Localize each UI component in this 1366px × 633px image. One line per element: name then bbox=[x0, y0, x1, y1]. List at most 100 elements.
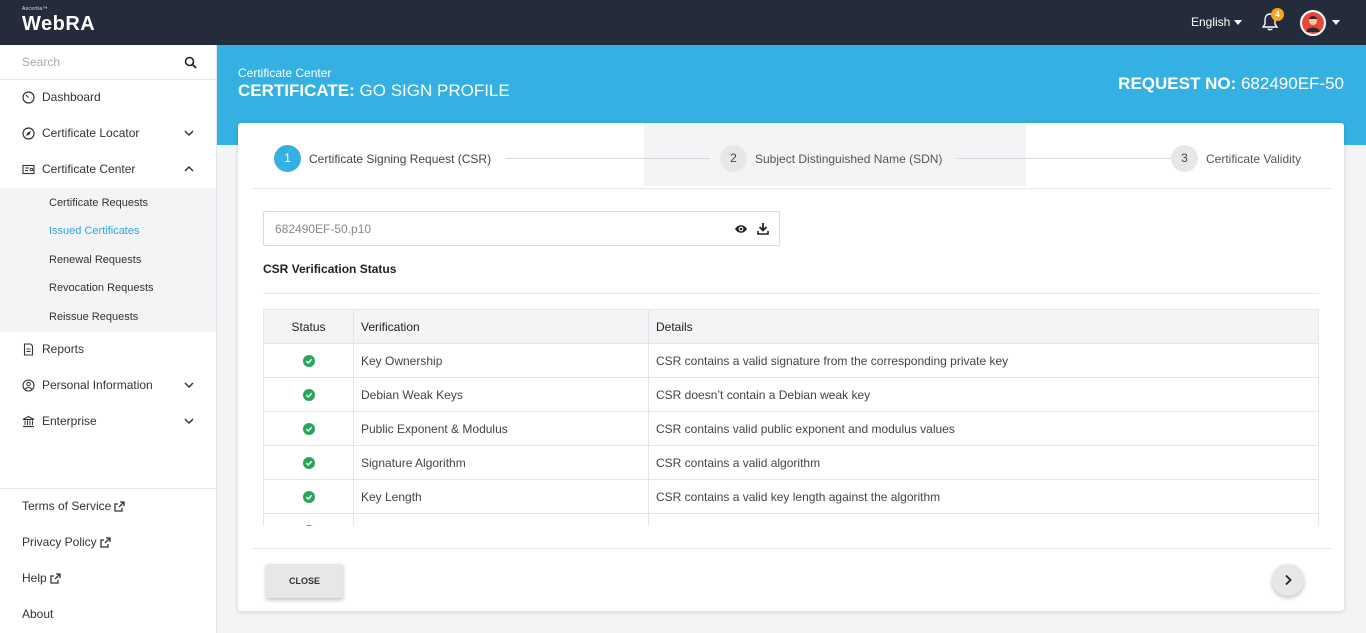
caret-down-icon bbox=[1234, 20, 1243, 26]
sidebar-item-label: Dashboard bbox=[42, 90, 101, 104]
compass-icon bbox=[22, 126, 35, 140]
sidebar: Dashboard Certificate Locator Certificat… bbox=[0, 45, 217, 633]
avatar-caret-icon[interactable] bbox=[1332, 20, 1340, 25]
status-cell bbox=[263, 479, 354, 514]
external-link-icon bbox=[100, 536, 111, 548]
wizard-card: 1 Certificate Signing Request (CSR) 2 Su… bbox=[238, 123, 1344, 611]
external-link-icon bbox=[114, 500, 126, 512]
report-icon bbox=[23, 342, 34, 356]
bank-icon bbox=[22, 415, 35, 427]
step-label: Certificate Signing Request (CSR) bbox=[309, 151, 492, 166]
submenu-item-reissue-requests[interactable]: Reissue Requests bbox=[49, 311, 138, 323]
sidebar-item-label: Enterprise bbox=[42, 414, 97, 428]
terms-of-service-label: Terms of Service bbox=[22, 499, 112, 513]
language-label: English bbox=[1191, 15, 1231, 29]
sidebar-item-label: Personal Information bbox=[42, 378, 153, 392]
column-header-verification: Verification bbox=[353, 309, 649, 344]
verification-cell: Debian Weak Keys bbox=[353, 377, 649, 412]
verification-cell: Key Ownership bbox=[353, 343, 649, 378]
check-circle-icon bbox=[302, 491, 315, 504]
verification-cell: Public Exponent & Modulus bbox=[353, 411, 649, 446]
step-number: 3 bbox=[1171, 145, 1198, 172]
check-circle-icon bbox=[302, 457, 315, 470]
details-cell bbox=[648, 513, 1319, 526]
csr-file-name: 682490EF-50.p10 bbox=[275, 222, 372, 236]
check-circle-icon bbox=[302, 423, 315, 436]
download-icon[interactable] bbox=[757, 222, 769, 235]
column-header-status: Status bbox=[263, 309, 354, 344]
chevron-down-icon bbox=[184, 418, 194, 425]
submenu-item-issued-certificates[interactable]: Issued Certificates bbox=[49, 225, 139, 237]
sidebar-item-dashboard[interactable]: Dashboard bbox=[0, 81, 216, 113]
language-selector[interactable]: English bbox=[1191, 15, 1243, 29]
details-cell: CSR contains a valid algorithm bbox=[648, 445, 1319, 480]
search-input[interactable] bbox=[0, 45, 180, 79]
chevron-down-icon bbox=[184, 130, 194, 137]
csr-verification-table: Status Verification Details Key Ownershi… bbox=[263, 309, 1319, 526]
request-number-prefix: REQUEST NO: bbox=[1118, 74, 1237, 93]
step-connector bbox=[957, 158, 1171, 159]
csr-file-field: 682490EF-50.p10 bbox=[263, 211, 780, 246]
check-circle-icon bbox=[302, 389, 315, 402]
verification-cell: Key Length bbox=[353, 479, 649, 514]
logo[interactable]: Ascertia™ WebRA bbox=[22, 7, 95, 36]
table-row: Signature Algorithm CSR contains a valid… bbox=[263, 445, 1319, 480]
external-link-icon bbox=[50, 572, 61, 584]
step-number: 1 bbox=[274, 145, 301, 172]
page-title-value: GO SIGN PROFILE bbox=[359, 81, 510, 100]
sidebar-item-label: Reports bbox=[42, 342, 85, 356]
privacy-policy-link[interactable]: Privacy Policy bbox=[22, 535, 111, 549]
table-header-row: Status Verification Details bbox=[263, 309, 1319, 344]
page-title-prefix: CERTIFICATE: bbox=[238, 81, 355, 100]
sidebar-item-label: Certificate Locator bbox=[42, 126, 140, 140]
step-label: Certificate Validity bbox=[1206, 151, 1302, 166]
about-link[interactable]: About bbox=[22, 607, 53, 621]
check-circle-icon bbox=[305, 525, 312, 526]
certificate-center-submenu: Certificate Requests Issued Certificates… bbox=[0, 188, 216, 332]
sidebar-item-certificate-locator[interactable]: Certificate Locator bbox=[0, 117, 216, 149]
chevron-up-icon bbox=[184, 165, 194, 172]
step-csr[interactable]: 1 Certificate Signing Request (CSR) bbox=[274, 145, 491, 172]
details-cell: CSR contains valid public exponent and m… bbox=[648, 411, 1319, 446]
notification-badge: 4 bbox=[1271, 8, 1284, 21]
close-button[interactable]: CLOSE bbox=[266, 564, 343, 598]
submenu-item-certificate-requests[interactable]: Certificate Requests bbox=[49, 197, 148, 209]
avatar[interactable] bbox=[1300, 10, 1326, 36]
breadcrumb[interactable]: Certificate Center bbox=[238, 66, 331, 80]
chevron-down-icon bbox=[184, 382, 194, 389]
top-bar: Ascertia™ WebRA English 4 bbox=[0, 0, 1366, 45]
sidebar-item-enterprise[interactable]: Enterprise bbox=[0, 405, 216, 437]
request-number: REQUEST NO: 682490EF-50 bbox=[1118, 74, 1344, 94]
terms-of-service-link[interactable]: Terms of Service bbox=[22, 499, 126, 513]
help-link[interactable]: Help bbox=[22, 571, 61, 585]
submenu-item-renewal-requests[interactable]: Renewal Requests bbox=[49, 254, 141, 266]
search-icon[interactable] bbox=[184, 56, 197, 69]
about-label: About bbox=[22, 607, 54, 621]
sidebar-search bbox=[0, 45, 216, 80]
next-button[interactable] bbox=[1272, 564, 1304, 596]
details-cell: CSR doesn’t contain a Debian weak key bbox=[648, 377, 1319, 412]
step-certificate-validity[interactable]: 3 Certificate Validity bbox=[1171, 145, 1301, 172]
table-row: Key Ownership CSR contains a valid signa… bbox=[263, 343, 1319, 378]
help-label: Help bbox=[22, 571, 47, 585]
check-circle-icon bbox=[302, 355, 315, 368]
submenu-item-revocation-requests[interactable]: Revocation Requests bbox=[49, 282, 154, 294]
step-connector bbox=[506, 158, 710, 159]
sidebar-item-personal-information[interactable]: Personal Information bbox=[0, 369, 216, 401]
certificate-icon bbox=[22, 164, 35, 174]
step-label: Subject Distinguished Name (SDN) bbox=[755, 151, 943, 166]
sidebar-item-certificate-center[interactable]: Certificate Center bbox=[0, 153, 216, 185]
sidebar-item-label: Certificate Center bbox=[42, 162, 136, 176]
table-row: Key Length CSR contains a valid key leng… bbox=[263, 479, 1319, 514]
eye-icon[interactable] bbox=[734, 223, 748, 235]
user-icon bbox=[22, 378, 35, 392]
table-row bbox=[263, 513, 1319, 526]
sidebar-item-reports[interactable]: Reports bbox=[0, 333, 216, 365]
dashboard-icon bbox=[22, 90, 35, 104]
wizard-steps: 1 Certificate Signing Request (CSR) 2 Su… bbox=[252, 123, 1332, 189]
sidebar-divider bbox=[0, 488, 216, 489]
step-sdn[interactable]: 2 Subject Distinguished Name (SDN) bbox=[720, 145, 942, 172]
chevron-right-icon bbox=[1285, 574, 1292, 586]
request-number-value: 682490EF-50 bbox=[1240, 74, 1344, 93]
status-cell bbox=[263, 411, 354, 446]
